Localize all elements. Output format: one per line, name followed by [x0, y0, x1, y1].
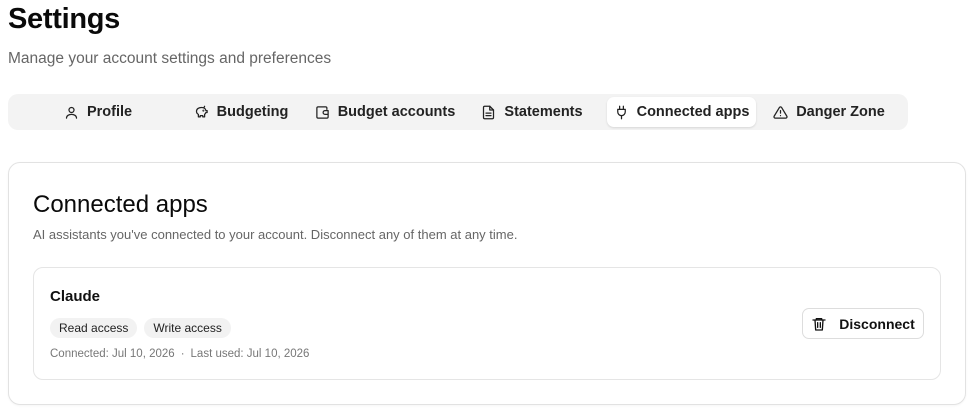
tab-label: Profile [86, 104, 133, 120]
tab-budget-accounts[interactable]: Budget accounts [306, 97, 464, 127]
tab-label: Budgeting [216, 104, 289, 120]
settings-tab-bar: Profile Budgeting Budget accounts Statem… [8, 94, 908, 130]
document-icon [483, 105, 495, 119]
permission-badge-write: Write access [144, 318, 231, 338]
last-used-date: Last used: Jul 10, 2026 [190, 348, 310, 360]
tab-profile[interactable]: Profile [16, 97, 180, 127]
wallet-icon [315, 105, 329, 119]
permission-badge-read: Read access [50, 318, 138, 338]
page-subtitle: Manage your account settings and prefere… [8, 50, 332, 67]
piggy-bank-icon [195, 105, 208, 117]
trash-icon [812, 317, 826, 331]
connected-apps-card: Connected apps AI assistants you've conn… [8, 162, 966, 405]
connected-app-item: Claude Read access Write access Connecte… [33, 267, 941, 380]
user-icon [65, 106, 78, 119]
disconnect-label: Disconnect [839, 315, 915, 332]
connected-date: Connected: Jul 10, 2026 [50, 348, 175, 360]
tab-label: Statements [504, 104, 583, 120]
disconnect-button[interactable]: Disconnect [802, 308, 924, 339]
app-name: Claude [50, 288, 101, 305]
tab-label: Connected apps [636, 104, 750, 120]
page-title: Settings [8, 3, 120, 35]
tab-budgeting[interactable]: Budgeting [180, 97, 302, 127]
tab-connected-apps[interactable]: Connected apps [607, 97, 756, 127]
app-meta: Connected: Jul 10, 2026 · Last used: Jul… [50, 348, 309, 360]
card-description: AI assistants you've connected to your a… [33, 227, 518, 242]
tab-label: Budget accounts [337, 104, 456, 120]
tab-statements[interactable]: Statements [470, 97, 594, 127]
tab-danger-zone[interactable]: Danger Zone [766, 97, 892, 127]
plug-icon [616, 105, 626, 119]
meta-separator: · [180, 348, 185, 360]
permission-badges: Read access Write access [50, 318, 231, 338]
warning-triangle-icon [773, 105, 788, 119]
card-title: Connected apps [33, 191, 208, 218]
tab-label: Danger Zone [796, 104, 885, 120]
